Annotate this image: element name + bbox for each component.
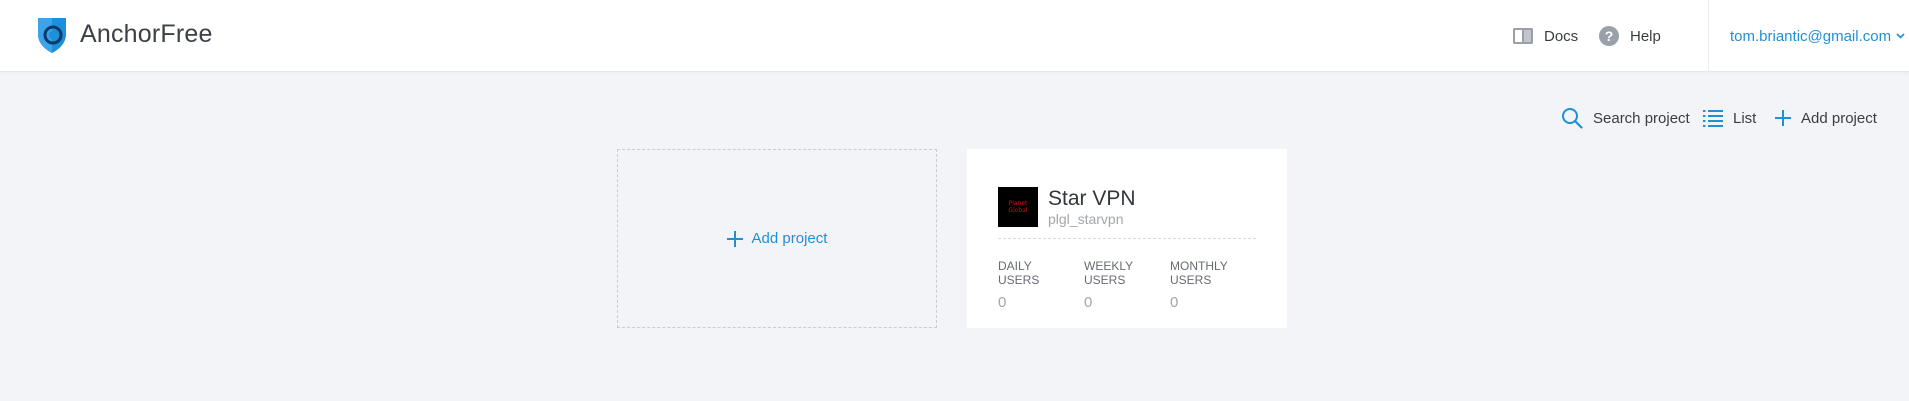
question-circle-icon: ? <box>1598 25 1620 47</box>
add-project-card-label: Add project <box>751 230 828 247</box>
list-view-button[interactable]: List <box>1703 104 1756 132</box>
help-label: Help <box>1630 27 1661 45</box>
docs-link[interactable]: Docs <box>1512 0 1578 72</box>
chevron-down-icon <box>1896 33 1905 39</box>
card-divider <box>998 238 1256 239</box>
plus-icon <box>726 230 743 247</box>
help-link[interactable]: ? Help <box>1598 0 1661 72</box>
search-project-label: Search project <box>1593 109 1690 127</box>
list-label: List <box>1733 109 1757 127</box>
shield-icon[interactable] <box>36 16 68 54</box>
user-menu[interactable]: tom.briantic@gmail.com <box>1730 0 1905 72</box>
list-icon <box>1703 109 1723 127</box>
stat-weekly-users: WEEKLY USERS 0 <box>1084 259 1164 311</box>
project-card[interactable]: Planet Global Star VPN plgl_starvpn DAIL… <box>967 149 1287 328</box>
thumbnail-text: Global <box>1008 207 1028 214</box>
docs-label: Docs <box>1544 27 1579 45</box>
stat-value: 0 <box>1084 294 1093 311</box>
book-icon <box>1512 27 1534 45</box>
add-project-button[interactable]: Add project <box>1775 104 1877 132</box>
stat-daily-users: DAILY USERS 0 <box>998 259 1078 311</box>
add-project-card[interactable]: Add project <box>617 149 937 328</box>
stat-label: WEEKLY USERS <box>1084 259 1134 287</box>
project-id: plgl_starvpn <box>1048 211 1124 227</box>
stat-value: 0 <box>998 294 1007 311</box>
stat-monthly-users: MONTHLY USERS 0 <box>1170 259 1250 311</box>
header-divider <box>1708 0 1709 72</box>
stat-value: 0 <box>1170 294 1179 311</box>
top-header: AnchorFree Docs ? Help tom.briantic@gmai… <box>0 0 1909 72</box>
stat-label: DAILY USERS <box>998 259 1040 287</box>
stat-label: MONTHLY USERS <box>1170 259 1228 287</box>
add-project-label: Add project <box>1801 109 1877 127</box>
svg-text:?: ? <box>1605 28 1614 44</box>
project-name: Star VPN <box>1048 187 1136 210</box>
thumbnail-text: Planet <box>1008 200 1028 207</box>
plus-icon <box>1775 110 1791 126</box>
project-thumbnail: Planet Global <box>998 187 1038 227</box>
brand-name[interactable]: AnchorFree <box>80 20 213 49</box>
search-icon <box>1561 107 1583 129</box>
add-project-card-content: Add project <box>726 230 828 247</box>
user-email: tom.briantic@gmail.com <box>1730 27 1892 45</box>
search-project-button[interactable]: Search project <box>1561 104 1690 132</box>
